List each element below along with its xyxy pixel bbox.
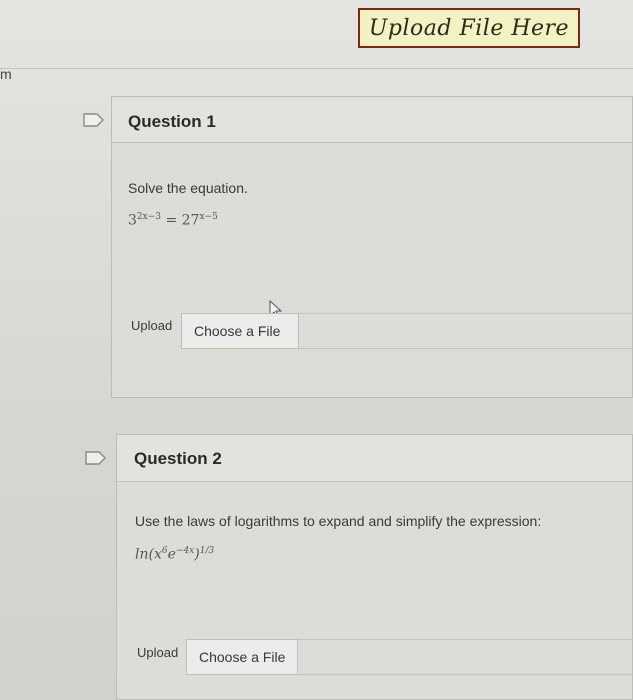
question-1-equation: 32x−3 = 27x−5 [128, 212, 218, 229]
question-2-file-field-bottom [298, 674, 633, 675]
upload-banner-label: Upload File Here [368, 15, 570, 41]
question-2-choose-file-button[interactable]: Choose a File [186, 639, 298, 675]
flag-icon[interactable] [83, 113, 105, 127]
question-1-choose-file-button[interactable]: Choose a File [181, 313, 299, 349]
question-2-file-field-top [298, 639, 633, 640]
question-1-file-field-bottom [299, 348, 633, 349]
question-1-file-field-top [299, 313, 633, 314]
question-1-upload-label: Upload [131, 318, 173, 333]
question-1-prompt: Solve the equation. [128, 180, 248, 196]
top-divider [0, 68, 633, 69]
flag-icon[interactable] [85, 451, 107, 465]
question-2-expression: ln(x6e−4x)1/3 [135, 546, 215, 563]
question-2-prompt: Use the laws of logarithms to expand and… [135, 513, 542, 529]
question-1-card [111, 96, 633, 398]
upload-file-banner[interactable]: Upload File Here [358, 8, 580, 48]
question-2-upload-label: Upload [137, 645, 179, 660]
question-2-title: Question 2 [134, 449, 222, 468]
question-1-title: Question 1 [128, 112, 216, 131]
